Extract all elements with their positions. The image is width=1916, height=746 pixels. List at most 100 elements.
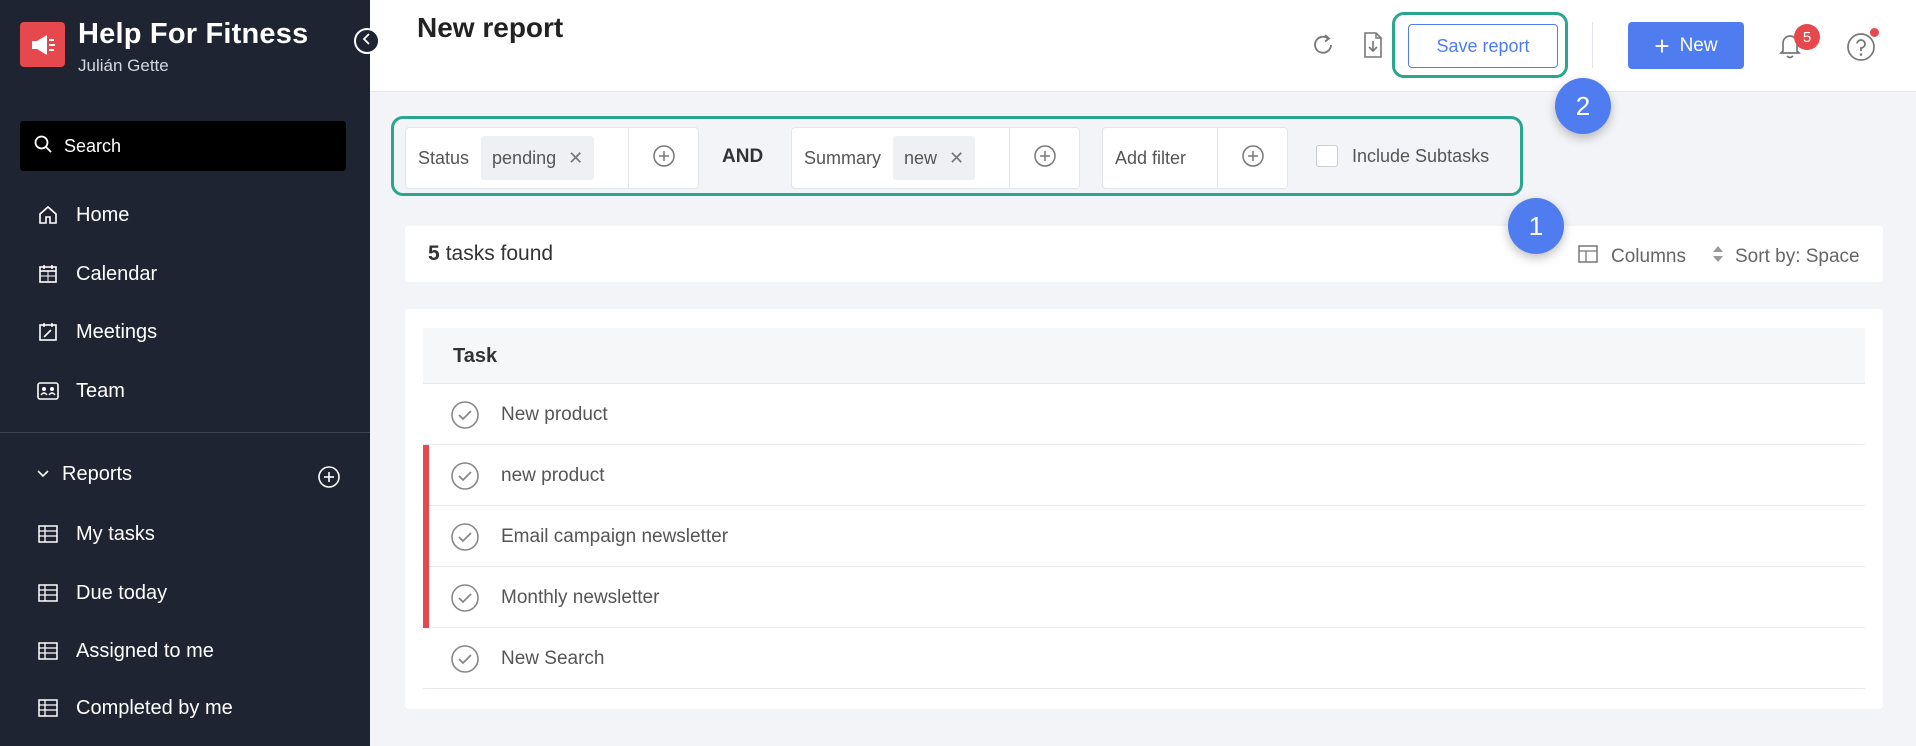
- sort-button[interactable]: Sort by: Space: [1711, 244, 1860, 270]
- new-button-label: New: [1679, 34, 1718, 56]
- sidebar-divider: [0, 432, 370, 433]
- step-marker-2: 2: [1555, 78, 1611, 134]
- sidebar-item-label: Due today: [76, 581, 168, 604]
- sidebar-item-calendar[interactable]: Calendar: [0, 254, 370, 294]
- meetings-icon: [36, 320, 60, 344]
- search-label: Search: [64, 135, 122, 156]
- filter-label: Status: [418, 147, 470, 168]
- notification-badge: 5: [1794, 24, 1820, 50]
- sidebar-search[interactable]: Search: [20, 121, 346, 171]
- include-subtasks-toggle[interactable]: Include Subtasks: [1316, 145, 1489, 167]
- plus-circle-icon: [1241, 144, 1265, 173]
- table-row[interactable]: Email campaign newsletter: [423, 506, 1865, 567]
- help-indicator-dot: [1870, 28, 1879, 37]
- priority-flag: [423, 506, 429, 567]
- table-row[interactable]: New product: [423, 384, 1865, 445]
- sidebar-item-label: Home: [76, 203, 130, 226]
- close-icon[interactable]: ✕: [949, 148, 964, 169]
- sidebar-item-home[interactable]: Home: [0, 195, 370, 235]
- add-filter[interactable]: Add filter: [1102, 127, 1288, 189]
- task-title[interactable]: New Search: [501, 648, 605, 670]
- sidebar-item-label: Completed by me: [76, 696, 233, 719]
- export-icon[interactable]: [1358, 30, 1388, 60]
- header-divider: [1592, 22, 1593, 68]
- add-condition-button[interactable]: [628, 128, 698, 188]
- table-icon: [36, 522, 60, 546]
- task-title[interactable]: Email campaign newsletter: [501, 526, 728, 548]
- columns-icon: [1577, 244, 1599, 270]
- task-table: Task New product new product Email campa…: [405, 309, 1883, 709]
- sidebar-item-team[interactable]: Team: [0, 371, 370, 411]
- sidebar-item-assigned-to-me[interactable]: Assigned to me: [0, 631, 370, 671]
- new-button[interactable]: + New: [1628, 22, 1744, 69]
- table-row[interactable]: New Search: [423, 628, 1865, 689]
- column-header-task[interactable]: Task: [453, 345, 497, 368]
- plus-icon: +: [1654, 30, 1670, 61]
- sidebar-item-meetings[interactable]: Meetings: [0, 312, 370, 352]
- plus-circle-icon: [1033, 144, 1057, 173]
- results-count-number: 5: [428, 242, 440, 265]
- table-row[interactable]: new product: [423, 445, 1865, 506]
- chip-value: pending: [492, 147, 557, 168]
- complete-check-icon[interactable]: [450, 522, 480, 557]
- search-icon: [34, 135, 52, 158]
- step-marker-1: 1: [1508, 198, 1564, 254]
- table-icon: [36, 639, 60, 663]
- chevron-left-icon: [362, 32, 372, 50]
- workspace-name[interactable]: Help For Fitness: [78, 18, 308, 51]
- table-icon: [36, 696, 60, 720]
- task-title[interactable]: New product: [501, 404, 608, 426]
- filter-chip-summary[interactable]: new ✕: [893, 136, 976, 180]
- complete-check-icon[interactable]: [450, 461, 480, 496]
- priority-flag: [423, 567, 429, 628]
- add-condition-button[interactable]: [1009, 128, 1079, 188]
- sidebar-item-label: Meetings: [76, 320, 158, 343]
- sidebar-item-label: Team: [76, 379, 125, 402]
- task-title[interactable]: new product: [501, 465, 605, 487]
- include-subtasks-label: Include Subtasks: [1352, 145, 1490, 166]
- sidebar-item-completed-by-me[interactable]: Completed by me: [0, 688, 370, 728]
- chevron-down-icon: [36, 465, 50, 483]
- complete-check-icon[interactable]: [450, 583, 480, 618]
- filter-chip-status[interactable]: pending ✕: [481, 136, 595, 180]
- columns-button[interactable]: Columns: [1577, 244, 1686, 270]
- complete-check-icon[interactable]: [450, 400, 480, 435]
- sidebar-item-label: Calendar: [76, 262, 158, 285]
- table-icon: [36, 581, 60, 605]
- include-subtasks-checkbox[interactable]: [1316, 145, 1338, 167]
- add-report-icon[interactable]: [317, 465, 341, 494]
- filter-operator[interactable]: AND: [722, 146, 763, 168]
- page-title: New report: [417, 12, 564, 43]
- chip-value: new: [904, 147, 938, 168]
- team-icon: [36, 379, 60, 403]
- refresh-icon[interactable]: [1308, 30, 1338, 60]
- priority-flag: [423, 445, 429, 506]
- sidebar-item-due-today[interactable]: Due today: [0, 573, 370, 613]
- sort-icon: [1711, 244, 1725, 270]
- filter-status: Status pending ✕: [405, 127, 699, 189]
- reports-section-label: Reports: [62, 462, 133, 485]
- reports-section-toggle[interactable]: Reports: [0, 454, 370, 494]
- plus-circle-icon: [652, 144, 676, 173]
- sidebar-item-label: My tasks: [76, 522, 155, 545]
- results-count-label: tasks found: [445, 242, 554, 265]
- filter-label: Summary: [804, 147, 882, 168]
- complete-check-icon[interactable]: [450, 644, 480, 679]
- save-report-button[interactable]: Save report: [1408, 24, 1558, 68]
- table-row[interactable]: Monthly newsletter: [423, 567, 1865, 628]
- close-icon[interactable]: ✕: [568, 148, 583, 169]
- help-icon[interactable]: [1846, 32, 1876, 67]
- collapse-sidebar-button[interactable]: [354, 28, 380, 54]
- sidebar-item-label: Assigned to me: [76, 639, 214, 662]
- megaphone-icon[interactable]: [20, 22, 65, 67]
- add-filter-label: Add filter: [1115, 147, 1187, 168]
- sidebar-item-my-tasks[interactable]: My tasks: [0, 514, 370, 554]
- table-header: Task: [423, 328, 1865, 384]
- sidebar: Help For Fitness Julián Gette Search Hom…: [0, 0, 370, 746]
- sort-label: Sort by: Space: [1735, 246, 1860, 267]
- task-title[interactable]: Monthly newsletter: [501, 587, 659, 609]
- filter-summary: Summary new ✕: [791, 127, 1080, 189]
- add-filter-button[interactable]: [1217, 128, 1287, 188]
- results-bar: 5 tasks found Columns Sort by: Space: [405, 226, 1883, 282]
- header: New report Save report + New 5: [370, 0, 1916, 92]
